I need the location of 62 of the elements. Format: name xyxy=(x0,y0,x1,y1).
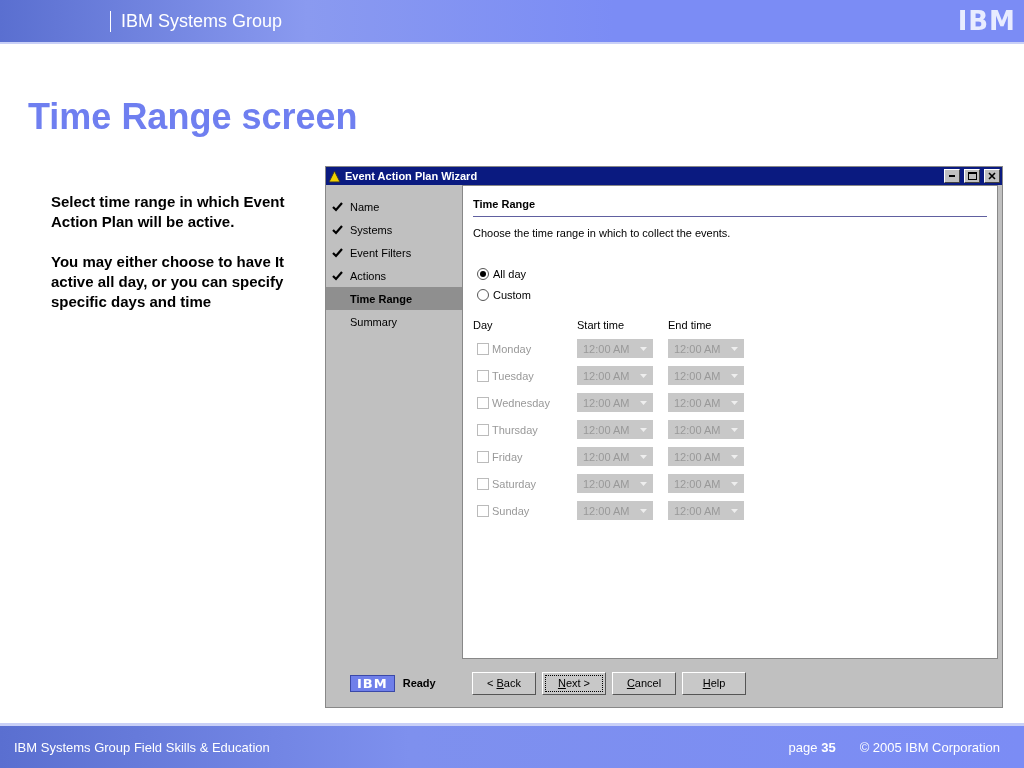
header-title: IBM Systems Group xyxy=(110,10,283,32)
column-header: End time xyxy=(668,319,713,331)
wizard-button[interactable]: Help xyxy=(682,671,746,695)
instruction-text: Choose the time range in which to collect the events. xyxy=(473,227,732,239)
day-label: Sunday xyxy=(492,504,530,517)
logo: IBM xyxy=(957,6,1016,36)
checkmark-icon xyxy=(332,270,343,281)
dropdown-arrow-icon xyxy=(640,508,647,513)
minimize-button[interactable] xyxy=(944,169,960,183)
day-label: Wednesday xyxy=(492,396,550,409)
dropdown-arrow-icon xyxy=(731,481,738,486)
status-logo: IBM xyxy=(350,674,395,692)
wizard-step[interactable]: Name xyxy=(326,195,462,218)
footer-text: IBM Systems Group Field Skills & Education xyxy=(14,739,270,755)
dropdown-arrow-icon xyxy=(640,373,647,378)
checkmark-icon xyxy=(332,247,343,258)
radio-button[interactable] xyxy=(477,288,489,301)
dropdown-arrow-icon xyxy=(640,427,647,432)
dropdown-arrow-icon xyxy=(731,400,738,405)
dropdown-arrow-icon xyxy=(731,508,738,513)
wizard-button[interactable]: < Back xyxy=(472,671,536,695)
day-label: Friday xyxy=(492,450,523,463)
day-label: Saturday xyxy=(492,477,537,490)
description-text: You may either choose to have It active all day, or you can specify specific days and time xyxy=(51,252,286,312)
column-header: Day xyxy=(473,319,494,331)
description-text: Select time range in which Event Action Plan will be active. xyxy=(51,192,286,232)
wizard-step[interactable]: Systems xyxy=(326,218,462,241)
minimize-icon xyxy=(949,175,955,177)
dropdown-arrow-icon xyxy=(640,400,647,405)
radio-label: All day xyxy=(493,267,527,280)
wizard-step[interactable]: Time Range xyxy=(326,287,462,310)
wizard-icon xyxy=(328,169,341,183)
page-number: page 35 xyxy=(788,739,836,755)
wizard-step[interactable]: Actions xyxy=(326,264,462,287)
dropdown-arrow-icon xyxy=(731,373,738,378)
radio-button[interactable] xyxy=(477,267,489,280)
status-text: Ready xyxy=(402,677,436,689)
copyright-text: © 2005 IBM Corporation xyxy=(859,739,1000,755)
maximize-icon xyxy=(967,172,977,180)
day-label: Tuesday xyxy=(492,369,534,382)
day-label: Monday xyxy=(492,342,532,355)
close-button[interactable] xyxy=(984,169,1000,183)
wizard-button[interactable]: Cancel xyxy=(612,671,676,695)
wizard-button[interactable]: Next > xyxy=(542,671,606,695)
slide-title: Time Range screen xyxy=(28,96,359,139)
dropdown-arrow-icon xyxy=(640,481,647,486)
column-header: Start time xyxy=(577,319,626,331)
dropdown-arrow-icon xyxy=(731,454,738,459)
dropdown-arrow-icon xyxy=(640,346,647,351)
wizard-step[interactable]: Event Filters xyxy=(326,241,462,264)
dropdown-arrow-icon xyxy=(731,346,738,351)
wizard-step[interactable]: Summary xyxy=(326,310,462,333)
section-title: Time Range xyxy=(473,186,987,217)
dropdown-arrow-icon xyxy=(640,454,647,459)
close-icon xyxy=(988,172,996,180)
day-label: Thursday xyxy=(492,423,538,436)
maximize-button[interactable] xyxy=(964,169,980,183)
checkmark-icon xyxy=(332,224,343,235)
window-title: Event Action Plan Wizard xyxy=(345,170,479,182)
checkmark-icon xyxy=(332,201,343,212)
radio-label: Custom xyxy=(493,288,531,301)
dropdown-arrow-icon xyxy=(731,427,738,432)
